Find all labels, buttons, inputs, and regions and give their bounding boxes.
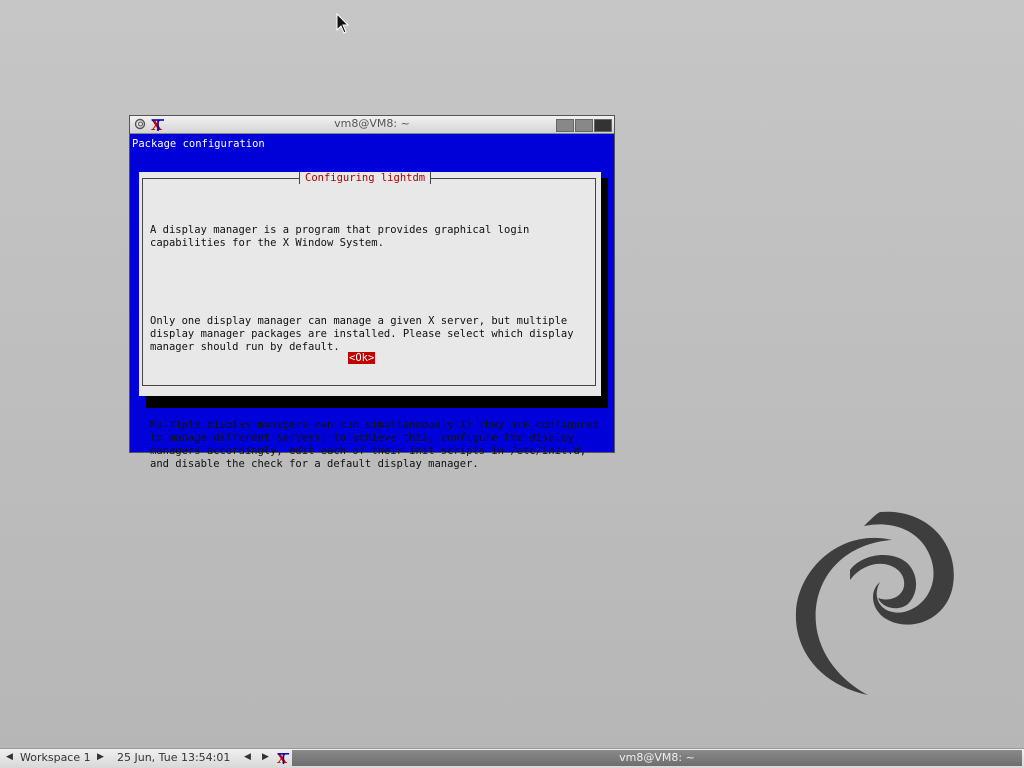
- dialog-paragraph: Multiple display managers can run simult…: [150, 419, 599, 470]
- maximize-button[interactable]: [575, 119, 593, 132]
- tasks-prev-arrow-icon[interactable]: ◀: [244, 752, 251, 762]
- window-titlebar[interactable]: X vm8@VM8: ~: [130, 116, 614, 134]
- mouse-cursor-icon: [336, 13, 350, 34]
- close-button[interactable]: [594, 119, 612, 132]
- workspace-prev-arrow-icon[interactable]: ◀: [6, 752, 13, 762]
- clock: 25 Jun, Tue 13:54:01: [117, 751, 231, 764]
- ok-button[interactable]: <Ok>: [348, 352, 376, 364]
- debian-swirl-logo: [795, 511, 954, 695]
- taskbar-task-button[interactable]: vm8@VM8: ~: [292, 750, 1022, 766]
- taskbar: ◀ Workspace 1 ▶ 25 Jun, Tue 13:54:01 ◀ ▶…: [0, 748, 1024, 768]
- config-dialog: Configuring lightdm A display manager is…: [139, 172, 601, 470]
- terminal-content[interactable]: Package configuration Configuring lightd…: [131, 134, 613, 470]
- xterm-icon: X: [277, 752, 290, 765]
- workspace-label[interactable]: Workspace 1: [20, 751, 91, 764]
- minimize-button[interactable]: [556, 119, 574, 132]
- tasks-next-arrow-icon[interactable]: ▶: [262, 752, 269, 762]
- window-title: vm8@VM8: ~: [334, 117, 410, 130]
- backtitle: Package configuration: [132, 138, 265, 150]
- workspace-next-arrow-icon[interactable]: ▶: [97, 752, 104, 762]
- terminal-window[interactable]: X vm8@VM8: ~ Package configuration Confi…: [129, 115, 615, 470]
- dialog-paragraph: Only one display manager can manage a gi…: [150, 315, 574, 353]
- dialog-title: Configuring lightdm: [299, 172, 432, 184]
- dialog-message: A display manager is a program that prov…: [150, 198, 599, 497]
- dialog-paragraph: A display manager is a program that prov…: [150, 224, 530, 249]
